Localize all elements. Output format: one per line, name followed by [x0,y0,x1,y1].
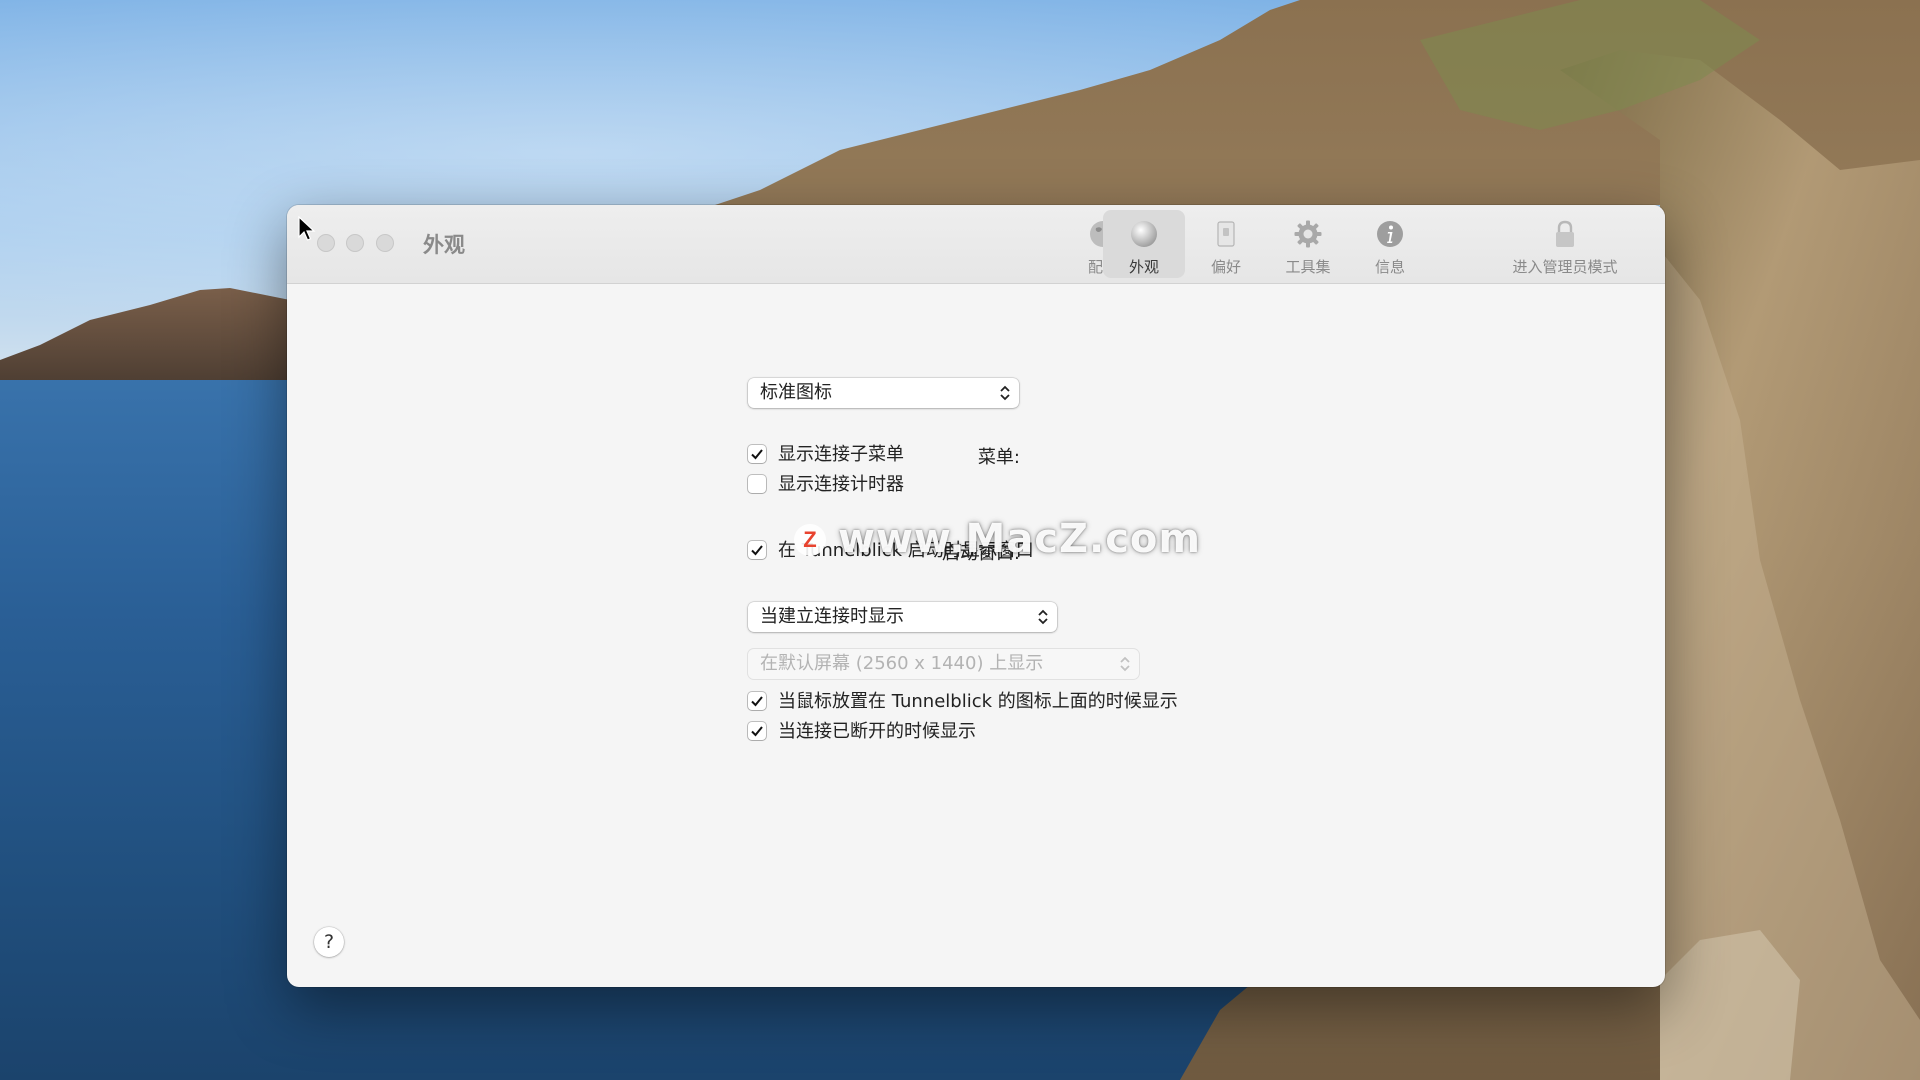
checkmark-icon [751,545,763,556]
lock-icon [1556,220,1574,247]
admin-mode-label: 进入管理员模式 [1512,258,1618,276]
disconnect-show-checkbox[interactable] [748,722,766,740]
info-icon [1377,221,1403,247]
sphere-icon [1131,221,1157,247]
tab-preferences-label: 偏好 [1210,258,1241,276]
tab-info-label: 信息 [1374,258,1405,276]
show-timer-checkbox[interactable] [748,475,766,493]
checkmark-icon [751,726,763,737]
tab-appearance-label: 外观 [1128,258,1159,276]
vpn-status-popup[interactable]: 当建立连接时显示 [748,602,1057,632]
checkmark-icon [751,696,763,707]
display-screen-value: 在默认屏幕 (2560 x 1440) 上显示 [760,653,1044,674]
tab-info[interactable]: 信息 [1349,210,1431,278]
tab-utilities[interactable]: 工具集 [1267,210,1349,278]
icon-set-value: 标准图标 [760,382,832,403]
show-timer-label: 显示连接计时器 [778,474,904,495]
gear-icon [1294,220,1322,248]
hover-show-checkbox[interactable] [748,692,766,710]
window-title: 外观 [423,233,465,257]
checkmark-icon [751,449,763,460]
launch-window-checkbox[interactable] [748,541,766,559]
display-screen-popup: 在默认屏幕 (2560 x 1440) 上显示 [748,649,1139,679]
disconnect-show-label: 当连接已断开的时候显示 [778,721,976,742]
zoom-button[interactable] [376,234,394,252]
admin-mode-button[interactable]: 进入管理员模式 [1490,210,1640,278]
tab-utilities-label: 工具集 [1285,258,1331,276]
icon-set-popup[interactable]: 标准图标 [748,378,1019,408]
show-submenu-checkbox[interactable] [748,445,766,463]
minimize-button[interactable] [346,234,364,252]
help-button[interactable]: ? [314,927,344,957]
show-submenu-label: 显示连接子菜单 [778,444,904,465]
switch-icon [1217,221,1235,247]
vpn-status-value: 当建立连接时显示 [760,606,904,627]
launch-window-text: 在 Tunnelblick 启动时显示窗口 [778,540,1034,561]
preferences-window: 外观 配置 外观 [287,205,1665,987]
mouse-pointer-icon [298,216,316,241]
tab-appearance[interactable]: 外观 [1103,210,1185,278]
chevron-updown-icon [1120,656,1130,672]
window-titlebar: 外观 配置 外观 [287,205,1665,284]
close-button[interactable] [317,234,335,252]
chevron-updown-icon [1038,609,1048,625]
tab-preferences[interactable]: 偏好 [1185,210,1267,278]
chevron-updown-icon [1000,385,1010,401]
hover-show-label: 当鼠标放置在 Tunnelblick 的图标上面的时候显示 [778,691,1178,712]
